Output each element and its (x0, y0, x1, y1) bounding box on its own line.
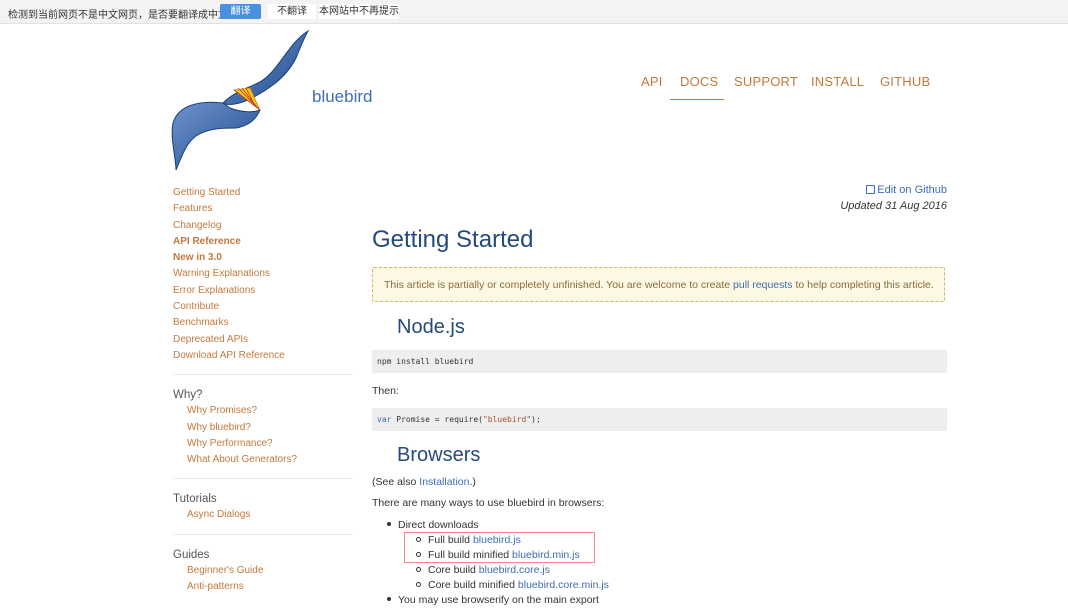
bullet-circle (416, 581, 421, 587)
sidebar-item-why-bluebird[interactable]: Why bluebird? (173, 420, 353, 436)
bullet-dot (387, 522, 391, 527)
sidebar-item-generators[interactable]: What About Generators? (173, 452, 353, 468)
bullet-circle (416, 566, 421, 572)
note-text-post: to help completing this article. (792, 279, 934, 291)
nav-github[interactable]: GITHUB (880, 74, 930, 89)
see-also-post: .) (469, 476, 476, 488)
sidebar-item-deprecated-apis[interactable]: Deprecated APIs (173, 332, 353, 348)
never-translate-button[interactable]: 本网站中不再提示 (319, 4, 399, 19)
browsers-intro: There are many ways to use bluebird in b… (372, 497, 605, 509)
browserify-label: You may use browserify on the main expor… (398, 594, 599, 606)
download-label: Core build (428, 564, 479, 576)
sidebar-item-anti-patterns[interactable]: Anti-patterns (173, 579, 353, 595)
sidebar-section-why: Why? (173, 389, 203, 402)
bluebird-logo-icon[interactable] (168, 28, 313, 178)
sidebar-item-features[interactable]: Features (173, 201, 353, 217)
download-link-bluebird-core-js[interactable]: bluebird.core.js (479, 564, 550, 576)
installation-link[interactable]: Installation (419, 476, 469, 488)
sidebar-item-download-api-reference[interactable]: Download API Reference (173, 348, 353, 364)
code-string: "bluebird" (482, 415, 532, 424)
list-item-direct-downloads: Direct downloads (387, 519, 479, 531)
install-command: npm install bluebird (377, 357, 474, 366)
nav-docs[interactable]: DOCS (680, 74, 718, 89)
sidebar-section-tutorials: Tutorials (173, 493, 217, 506)
translate-button[interactable]: 翻译 (220, 4, 261, 19)
sidebar-section-guides: Guides (173, 548, 210, 561)
translate-bar: 检测到当前网页不是中文网页，是否要翻译成中文？ 翻译 不翻译 本网站中不再提示 (0, 0, 1068, 24)
sidebar-divider (173, 374, 353, 376)
pull-requests-link[interactable]: pull requests (733, 279, 793, 291)
sidebar-divider (173, 533, 353, 535)
sidebar: Getting Started Features Changelog API R… (173, 185, 353, 595)
sidebar-item-why-promises[interactable]: Why Promises? (173, 403, 353, 419)
code-mid: Promise = require( (391, 415, 483, 424)
sidebar-item-contribute[interactable]: Contribute (173, 299, 353, 315)
direct-downloads-label: Direct downloads (398, 519, 479, 531)
sidebar-item-async-dialogs[interactable]: Async Dialogs (173, 507, 353, 523)
nav-support[interactable]: SUPPORT (734, 74, 798, 89)
note-text-pre: This article is partially or completely … (384, 279, 734, 291)
see-also-text: (See also Installation.) (372, 476, 476, 488)
translate-message: 检测到当前网页不是中文网页，是否要翻译成中文？ (8, 10, 238, 21)
see-also-pre: (See also (372, 476, 420, 488)
install-code-block[interactable]: npm install bluebird (372, 350, 947, 373)
sidebar-item-changelog[interactable]: Changelog (173, 218, 353, 234)
nav-install[interactable]: INSTALL (811, 74, 864, 89)
sidebar-divider (173, 478, 353, 480)
bullet-dot (387, 597, 391, 602)
sidebar-item-benchmarks[interactable]: Benchmarks (173, 315, 353, 331)
brand-name[interactable]: bluebird (312, 87, 373, 107)
require-code-block[interactable]: var Promise = require("bluebird"); (372, 408, 947, 431)
no-translate-button[interactable]: 不翻译 (268, 4, 316, 19)
nav-active-underline (670, 99, 724, 100)
page-title: Getting Started (372, 226, 534, 253)
sidebar-item-warning-explanations[interactable]: Warning Explanations (173, 266, 353, 282)
sidebar-item-api-reference[interactable]: API Reference (173, 234, 353, 250)
heading-browsers: Browsers (397, 444, 481, 466)
sidebar-item-error-explanations[interactable]: Error Explanations (173, 283, 353, 299)
sidebar-item-getting-started[interactable]: Getting Started (173, 185, 353, 201)
highlight-box (404, 532, 595, 563)
sidebar-item-beginners-guide[interactable]: Beginner's Guide (173, 563, 353, 579)
code-keyword: var (377, 415, 392, 424)
edit-on-github-label: Edit on Github (877, 184, 947, 196)
then-text: Then: (372, 385, 399, 397)
download-link-bluebird-core-min-js[interactable]: bluebird.core.min.js (518, 579, 609, 591)
edit-icon (866, 185, 876, 194)
sidebar-item-new-in-3[interactable]: New in 3.0 (173, 250, 353, 266)
heading-nodejs: Node.js (397, 316, 465, 338)
code-end: ); (531, 415, 541, 424)
edit-on-github-link[interactable]: Edit on Github (840, 184, 947, 196)
unfinished-note: This article is partially or completely … (372, 267, 945, 302)
list-item-download: Core build minified bluebird.core.min.js (416, 579, 609, 591)
list-item-browserify: You may use browserify on the main expor… (387, 594, 599, 606)
nav-api[interactable]: API (641, 74, 663, 89)
sidebar-item-why-performance[interactable]: Why Performance? (173, 436, 353, 452)
download-label: Core build minified (428, 579, 518, 591)
updated-date: Updated 31 Aug 2016 (840, 200, 947, 212)
list-item-download: Core build bluebird.core.js (416, 564, 550, 576)
